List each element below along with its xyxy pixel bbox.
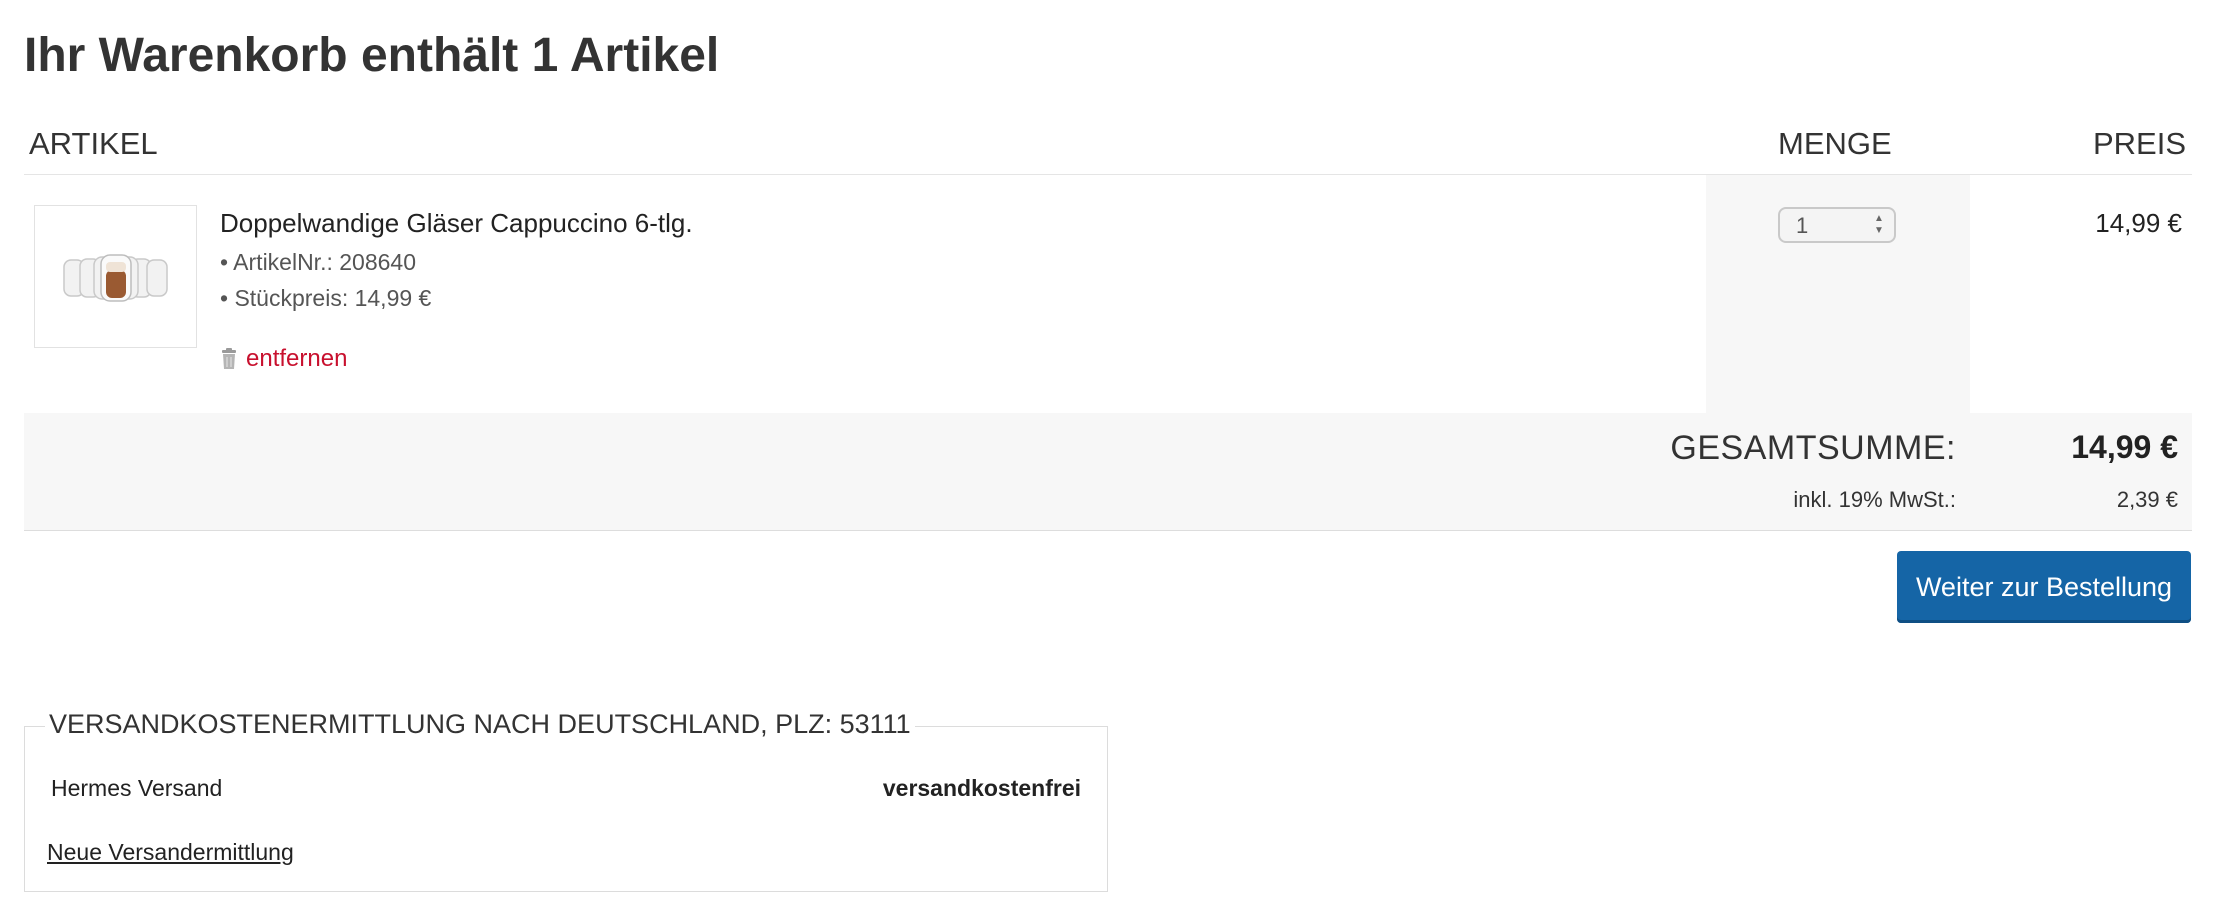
continue-to-order-button[interactable]: Weiter zur Bestellung	[1897, 551, 2191, 623]
cart-table-header: ARTIKEL MENGE PREIS	[24, 120, 2192, 175]
page-title: Ihr Warenkorb enthält 1 Artikel	[24, 29, 720, 82]
column-header-quantity: MENGE	[1778, 126, 1892, 161]
shipping-method: Hermes Versand	[51, 775, 223, 801]
column-header-price: PREIS	[2092, 126, 2186, 161]
product-name[interactable]: Doppelwandige Gläser Cappuccino 6-tlg.	[220, 208, 693, 239]
shipping-cost: versandkostenfrei	[882, 775, 1081, 801]
spinner-arrows-icon[interactable]: ▲ ▼	[1874, 213, 1884, 237]
total-label: GESAMTSUMME:	[1670, 429, 1956, 467]
cart-item-row: Doppelwandige Gläser Cappuccino 6-tlg. •…	[24, 175, 2192, 415]
vat-label: inkl. 19% MwSt.:	[1793, 487, 1956, 512]
quantity-select[interactable]: 1 ▲ ▼	[1778, 207, 1896, 243]
column-header-article: ARTIKEL	[29, 126, 158, 161]
vat-value: 2,39 €	[2116, 487, 2178, 512]
remove-item-link[interactable]: entfernen	[220, 345, 347, 373]
product-article-number: • ArtikelNr.: 208640	[220, 249, 416, 275]
cart-totals: GESAMTSUMME: 14,99 € inkl. 19% MwSt.: 2,…	[24, 413, 2192, 531]
new-shipping-estimate-link[interactable]: Neue Versandermittlung	[47, 839, 294, 866]
total-value: 14,99 €	[2071, 429, 2178, 465]
shipping-legend: VERSANDKOSTENERMITTLUNG NACH DEUTSCHLAND…	[45, 709, 915, 740]
item-price: 14,99 €	[2095, 208, 2182, 238]
quantity-value: 1	[1796, 213, 1809, 238]
cappuccino-glasses-image	[63, 254, 168, 302]
product-image[interactable]	[34, 205, 197, 348]
shipping-estimate-box: VERSANDKOSTENERMITTLUNG NACH DEUTSCHLAND…	[24, 709, 1108, 892]
remove-item-label: entfernen	[246, 345, 348, 372]
trash-icon	[222, 348, 236, 369]
product-unit-price: • Stückpreis: 14,99 €	[220, 285, 432, 311]
